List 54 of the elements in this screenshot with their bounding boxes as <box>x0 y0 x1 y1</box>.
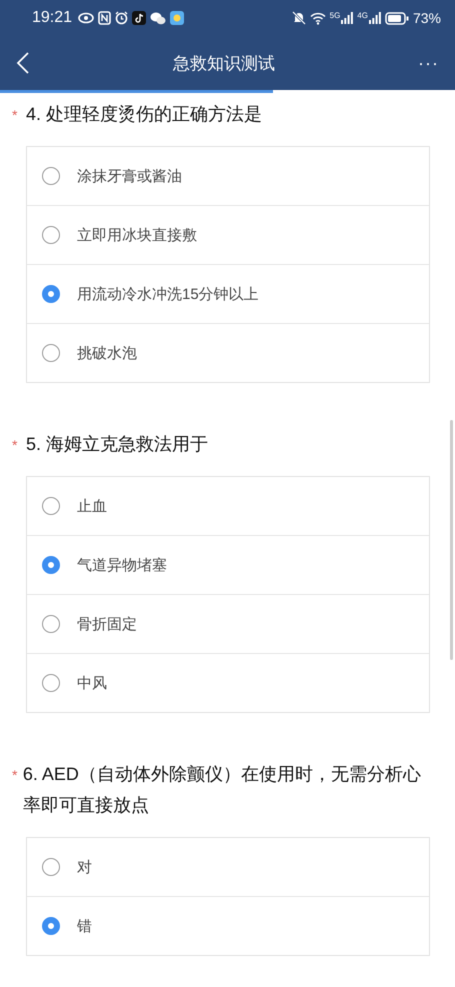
back-icon[interactable] <box>16 51 30 75</box>
radio-button[interactable] <box>42 615 60 633</box>
option-row[interactable]: 止血 <box>27 477 429 535</box>
option-label: 立即用冰块直接敷 <box>77 226 197 244</box>
muted-bell-icon <box>292 11 306 25</box>
option-row[interactable]: 对 <box>27 838 429 896</box>
radio-button[interactable] <box>42 674 60 692</box>
radio-button[interactable] <box>42 167 60 185</box>
option-row[interactable]: 骨折固定 <box>27 594 429 653</box>
option-row[interactable]: 错 <box>27 896 429 955</box>
music-note-app-icon <box>132 11 146 25</box>
radio-button[interactable] <box>42 344 60 362</box>
option-row[interactable]: 气道异物堵塞 <box>27 535 429 594</box>
option-label: 涂抹牙膏或酱油 <box>77 166 182 186</box>
question-text: 5. 海姆立克急救法用于 <box>26 433 208 456</box>
option-label: 用流动冷水冲洗15分钟以上 <box>77 284 259 304</box>
question-text: 4. 处理轻度烫伤的正确方法是 <box>26 103 262 126</box>
option-label: 对 <box>77 858 92 876</box>
option-row[interactable]: 用流动冷水冲洗15分钟以上 <box>27 264 429 323</box>
network-label: 4G <box>357 11 368 20</box>
required-mark: * <box>12 766 18 783</box>
status-time: 19:21 <box>32 9 72 27</box>
option-label: 气道异物堵塞 <box>77 556 167 574</box>
option-label: 止血 <box>77 496 107 516</box>
radio-button[interactable] <box>42 285 60 303</box>
weather-sun-icon <box>170 11 184 25</box>
battery-percent: 73% <box>412 10 441 26</box>
radio-button[interactable] <box>42 858 60 876</box>
battery-icon <box>384 12 409 24</box>
option-row[interactable]: 挑破水泡 <box>27 323 429 382</box>
page-title: 急救知识测试 <box>172 52 276 74</box>
signal-icon <box>341 12 354 24</box>
option-row[interactable]: 中风 <box>27 653 429 712</box>
option-label: 中风 <box>77 674 107 692</box>
option-label: 挑破水泡 <box>77 344 137 362</box>
radio-button[interactable] <box>42 226 60 244</box>
question-text: 6. AED（自动体外除颤仪）在使用时，无需分析心率即可直接放点 <box>22 763 422 817</box>
network-label: 5G <box>330 11 340 20</box>
radio-button[interactable] <box>42 497 60 515</box>
chat-bubbles-icon <box>150 12 166 24</box>
option-label: 错 <box>77 916 92 936</box>
option-row[interactable]: 涂抹牙膏或酱油 <box>27 147 429 205</box>
required-mark: * <box>12 106 18 123</box>
radio-button[interactable] <box>42 556 60 574</box>
more-menu-button[interactable]: ··· <box>418 52 439 74</box>
wifi-icon <box>310 12 326 24</box>
nfc-icon <box>98 11 112 25</box>
required-mark: * <box>12 436 18 453</box>
radio-button[interactable] <box>42 917 60 935</box>
option-label: 骨折固定 <box>77 614 137 634</box>
option-row[interactable]: 立即用冰块直接敷 <box>27 205 429 264</box>
signal-icon <box>368 12 381 24</box>
alarm-icon <box>115 11 128 25</box>
eye-icon <box>78 12 94 24</box>
